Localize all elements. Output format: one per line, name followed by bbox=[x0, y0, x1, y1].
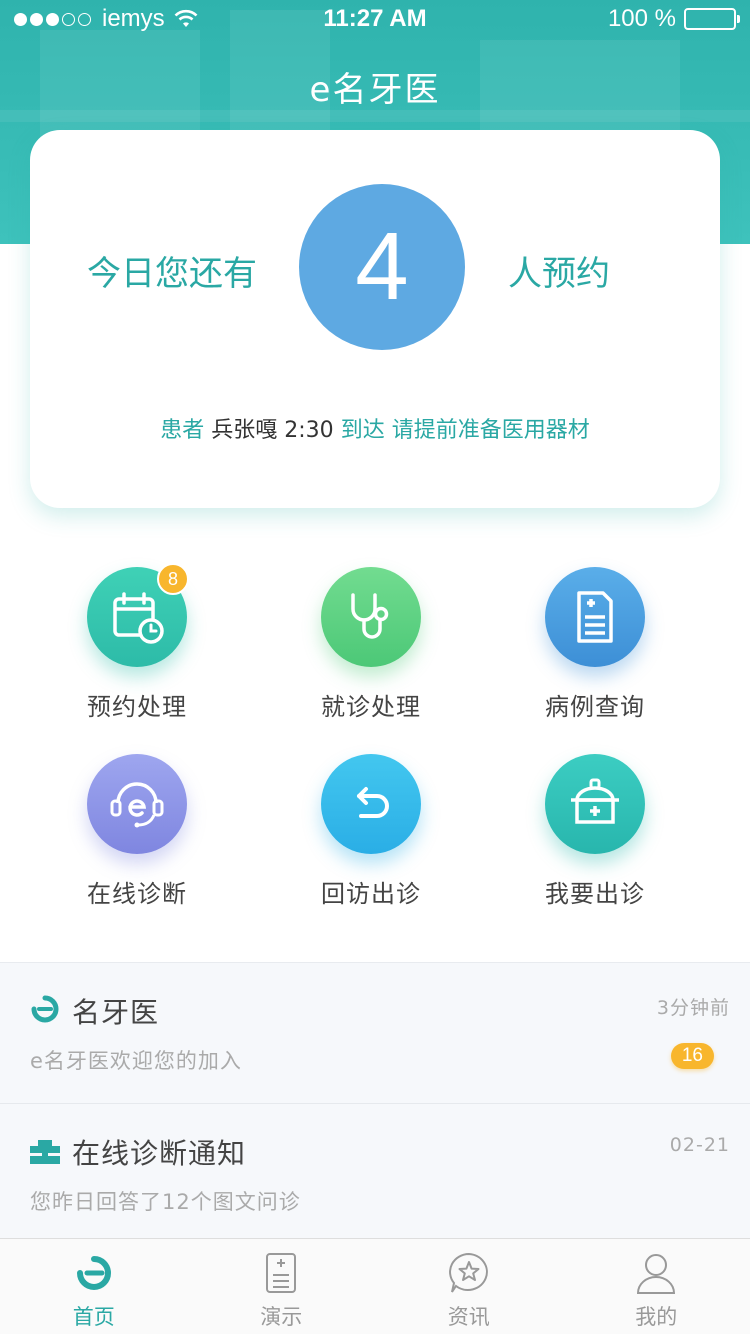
feature-label: 回访出诊 bbox=[321, 880, 421, 908]
feature-house-call[interactable]: 我要出诊 bbox=[495, 754, 695, 909]
notice-reminder: 请提前准备医用器材 bbox=[391, 418, 590, 443]
feature-records[interactable]: 病例查询 bbox=[495, 567, 695, 722]
tab-bar: 首页 演示 资讯 我的 bbox=[0, 1238, 750, 1334]
appointment-count: 4 bbox=[299, 184, 465, 350]
next-patient-notice: 患者 兵张嘎 2:30 到达 请提前准备医用器材 bbox=[30, 412, 720, 444]
stethoscope-icon bbox=[351, 593, 389, 639]
battery-icon bbox=[684, 8, 740, 30]
feature-label: 预约处理 bbox=[87, 693, 187, 721]
notice-patient-info: 兵张嘎 2:30 bbox=[211, 418, 334, 443]
appointment-summary-card[interactable]: 今日您还有 4 人预约 患者 兵张嘎 2:30 到达 请提前准备医用器材 bbox=[30, 130, 720, 508]
notice-arrive: 到达 bbox=[340, 418, 385, 443]
battery-group: 100 % bbox=[607, 5, 740, 33]
message-title: 名牙医 bbox=[72, 996, 160, 1029]
tab-demo[interactable]: 演示 bbox=[188, 1239, 376, 1334]
medical-record-icon bbox=[577, 591, 613, 643]
message-subtitle: 您昨日回答了12个图文问诊 bbox=[30, 1190, 301, 1214]
feature-appointment[interactable]: 8 预约处理 bbox=[37, 563, 237, 722]
home-logo-icon bbox=[76, 1256, 111, 1290]
headset-e-icon bbox=[110, 782, 164, 828]
message-item[interactable]: 名牙医 3分钟前 e名牙医欢迎您的加入 16 bbox=[0, 963, 750, 1103]
tab-label: 我的 bbox=[635, 1305, 678, 1329]
battery-percent: 100 % bbox=[607, 5, 676, 32]
clinic-icon bbox=[30, 1140, 60, 1164]
feature-treatment[interactable]: 就诊处理 bbox=[271, 567, 471, 722]
tab-label: 首页 bbox=[72, 1305, 115, 1329]
tab-home[interactable]: 首页 bbox=[0, 1239, 188, 1334]
medical-kit-icon bbox=[571, 778, 619, 824]
document-icon bbox=[266, 1253, 297, 1293]
message-list: 名牙医 3分钟前 e名牙医欢迎您的加入 16 在线诊断通知 02-21 您昨日回… bbox=[0, 962, 750, 1238]
message-subtitle: e名牙医欢迎您的加入 bbox=[30, 1049, 242, 1073]
tab-profile[interactable]: 我的 bbox=[563, 1239, 750, 1334]
star-chat-icon bbox=[448, 1252, 488, 1293]
message-time: 02-21 bbox=[669, 1134, 730, 1156]
feature-label: 我要出诊 bbox=[545, 880, 645, 908]
summary-suffix: 人预约 bbox=[508, 254, 610, 294]
tab-label: 资讯 bbox=[447, 1305, 490, 1329]
feature-label: 就诊处理 bbox=[321, 693, 421, 721]
message-item[interactable]: 在线诊断通知 02-21 您昨日回答了12个图文问诊 bbox=[0, 1103, 750, 1243]
feature-follow-up[interactable]: 回访出诊 bbox=[271, 754, 471, 909]
tab-news[interactable]: 资讯 bbox=[375, 1239, 563, 1334]
feature-label: 病例查询 bbox=[545, 693, 645, 721]
unread-badge: 16 bbox=[670, 1043, 714, 1069]
return-arrow-icon bbox=[357, 787, 389, 818]
app-logo-icon bbox=[31, 995, 59, 1023]
notice-patient-label: 患者 bbox=[160, 418, 205, 443]
appointment-badge: 8 bbox=[157, 563, 189, 595]
message-time: 3分钟前 bbox=[656, 997, 730, 1019]
tab-label: 演示 bbox=[260, 1305, 303, 1329]
feature-label: 在线诊断 bbox=[87, 880, 187, 908]
summary-prefix: 今日您还有 bbox=[87, 254, 257, 294]
status-bar: iemys 11:27 AM 100 % bbox=[0, 0, 750, 40]
user-icon bbox=[637, 1254, 676, 1294]
page-title: e名牙医 bbox=[309, 70, 441, 110]
message-title: 在线诊断通知 bbox=[72, 1137, 247, 1170]
calendar-clock-icon bbox=[113, 592, 164, 644]
feature-online-diagnosis[interactable]: 在线诊断 bbox=[37, 754, 237, 909]
